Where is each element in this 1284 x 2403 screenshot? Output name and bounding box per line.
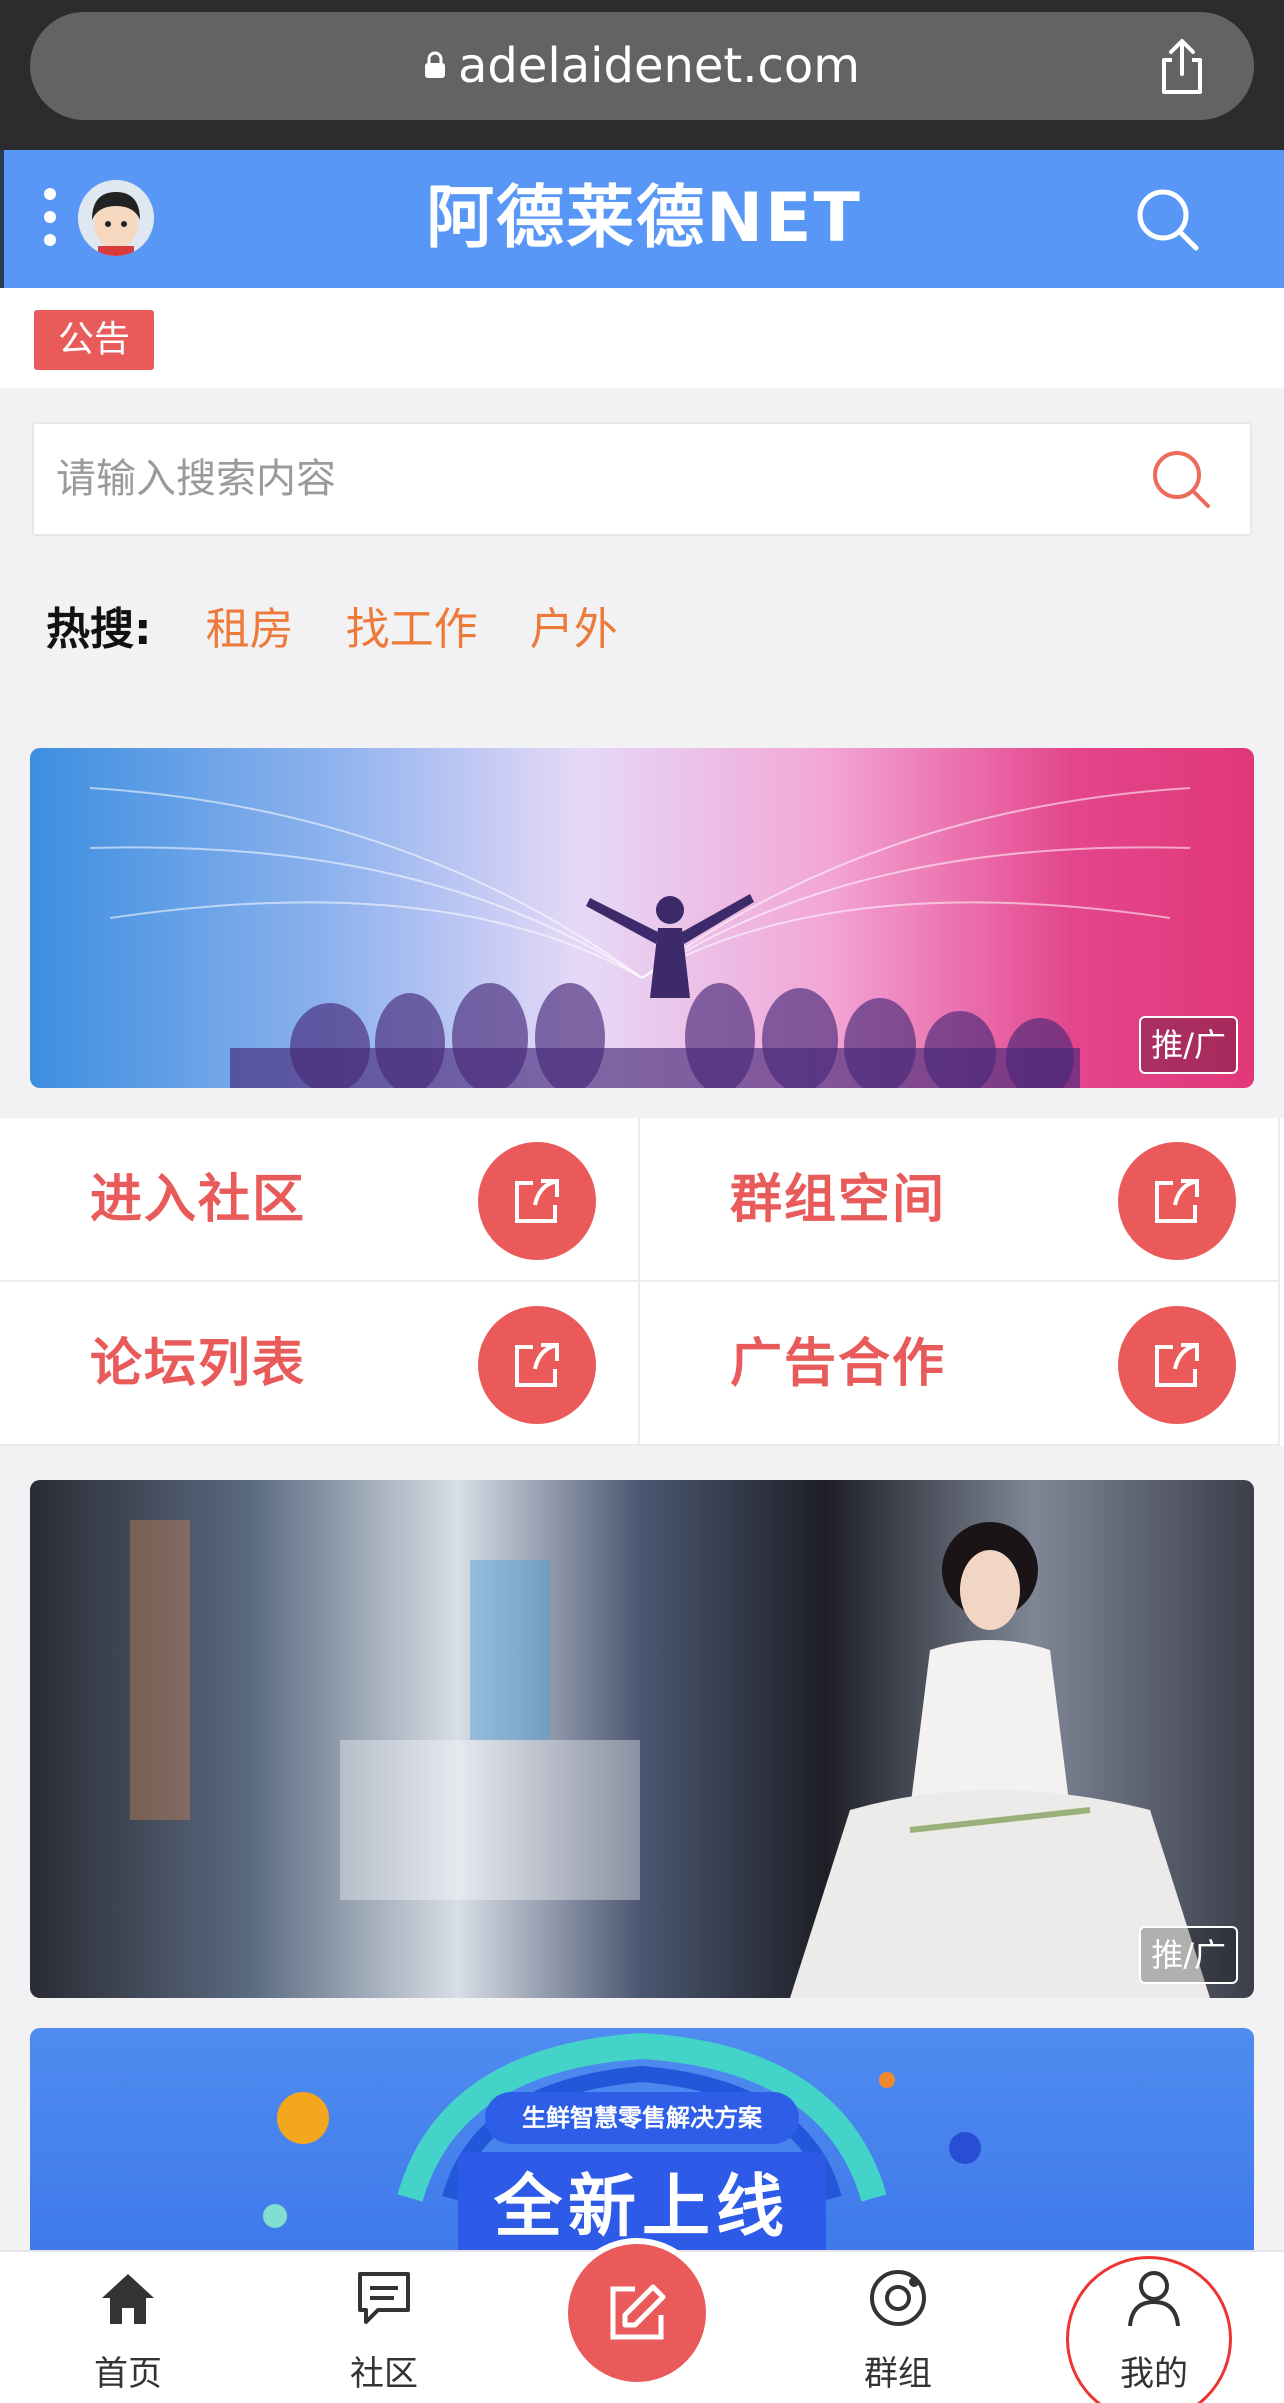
share-icon[interactable] [1152, 36, 1212, 96]
entry-label: 论坛列表 [90, 1334, 307, 1394]
tab-home[interactable]: 首页 [28, 2252, 228, 2403]
home-icon [102, 2274, 154, 2324]
entry-label: 群组空间 [730, 1170, 947, 1230]
external-link-icon[interactable] [478, 1142, 596, 1260]
promo-banner-celebration[interactable]: 推/广 [30, 748, 1254, 1088]
ad-tag: 推/广 [1139, 1926, 1238, 1984]
site-header: 阿德莱德NET [0, 150, 1284, 288]
search-box [32, 422, 1252, 536]
hot-searches: 热搜: 租房 找工作 户外 [46, 590, 656, 670]
notice-bar: 公告 [0, 288, 1284, 388]
banner3-subtitle: 生鲜智慧零售解决方案 [522, 2104, 762, 2132]
entry-enter-community[interactable]: 进入社区 [0, 1118, 640, 1282]
external-link-icon[interactable] [478, 1306, 596, 1424]
tab-groups[interactable]: 群组 [798, 2252, 998, 2403]
entry-forum-list[interactable]: 论坛列表 [0, 1282, 640, 1446]
entry-ad-cooperation[interactable]: 广告合作 [640, 1282, 1280, 1446]
tab-community-label: 社区 [350, 2354, 418, 2394]
hot-item-outdoor[interactable]: 户外 [530, 604, 618, 655]
hot-item-rent[interactable]: 租房 [206, 604, 294, 655]
browser-chrome: adelaidenet.com [0, 0, 1284, 150]
edit-icon [610, 2284, 666, 2340]
wedding-photo-image [130, 1520, 1210, 1998]
hot-label: 热搜: [46, 604, 152, 655]
groups-icon [870, 2270, 926, 2326]
site-title[interactable]: 阿德莱德NET [4, 150, 1284, 288]
tab-community[interactable]: 社区 [284, 2252, 484, 2403]
promo-banner-wedding[interactable]: 推/广 [30, 1480, 1254, 1998]
crowd-silhouette-image [89, 787, 1191, 1088]
external-link-icon[interactable] [1118, 1306, 1236, 1424]
entry-grid: 进入社区 群组空间 论坛列表 广告合作 [0, 1118, 1284, 1446]
promo-banner-fresh-retail[interactable]: 生鲜智慧零售解决方案 全新上线 [30, 2028, 1254, 2258]
entry-label: 进入社区 [90, 1170, 307, 1230]
entry-group-space[interactable]: 群组空间 [640, 1118, 1280, 1282]
lock-icon [424, 51, 445, 78]
ad-tag: 推/广 [1139, 1016, 1238, 1074]
tab-groups-label: 群组 [864, 2354, 932, 2394]
chat-icon [358, 2272, 410, 2324]
search-input[interactable] [56, 424, 1136, 534]
address-bar[interactable]: adelaidenet.com [30, 12, 1254, 120]
search-submit-icon[interactable] [1148, 446, 1214, 512]
hot-item-jobs[interactable]: 找工作 [346, 604, 478, 655]
search-icon[interactable] [1132, 184, 1204, 256]
url-text: adelaidenet.com [457, 38, 861, 94]
notice-badge[interactable]: 公告 [34, 310, 154, 370]
post-button[interactable] [562, 2238, 712, 2388]
tab-home-label: 首页 [94, 2354, 162, 2394]
external-link-icon[interactable] [1118, 1142, 1236, 1260]
entry-label: 广告合作 [730, 1334, 947, 1394]
